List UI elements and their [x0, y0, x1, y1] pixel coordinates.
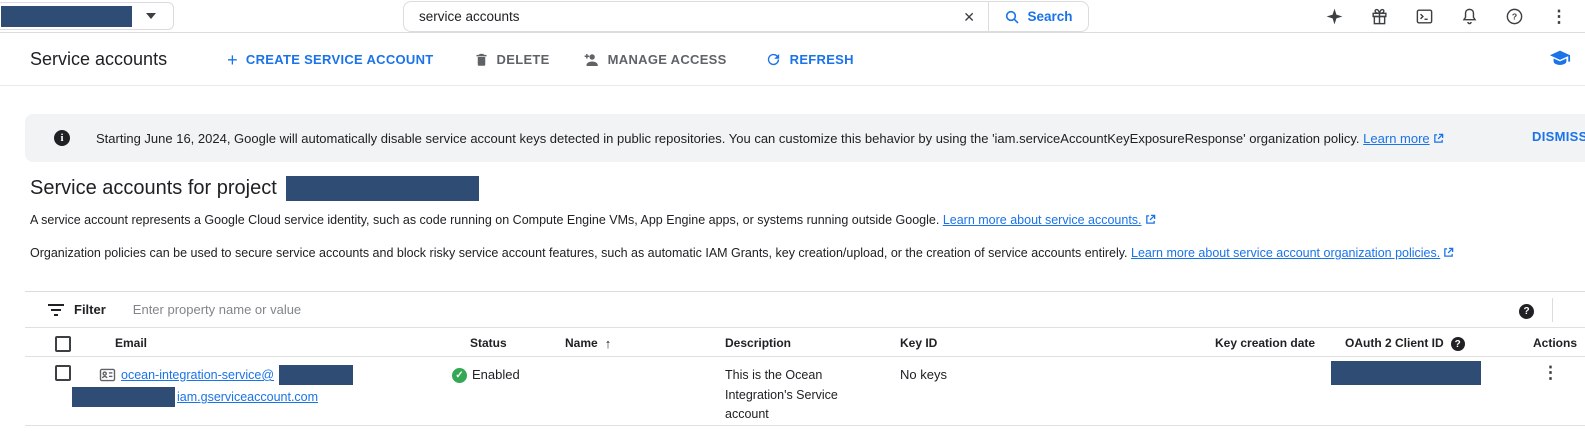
header-description[interactable]: Description [700, 328, 875, 356]
chevron-down-icon [146, 13, 156, 19]
banner-text: Starting June 16, 2024, Google will auto… [96, 131, 1444, 146]
refresh-icon [765, 51, 782, 68]
row-actions-menu-icon[interactable]: ⋮ [1542, 364, 1559, 381]
learn-more-service-accounts-link[interactable]: Learn more about service accounts. [943, 213, 1142, 227]
refresh-button[interactable]: REFRESH [765, 51, 854, 68]
search-button-label: Search [1027, 9, 1072, 24]
clear-search-icon[interactable]: ✕ [963, 8, 975, 26]
redacted-project-name [1, 6, 132, 27]
banner-learn-more-link[interactable]: Learn more [1363, 131, 1429, 146]
select-all-checkbox[interactable] [55, 336, 71, 352]
service-account-description-paragraph: A service account represents a Google Cl… [30, 213, 1156, 227]
svg-text:?: ? [1511, 12, 1516, 22]
header-key-id[interactable]: Key ID [875, 328, 1195, 356]
filter-bar: Filter ? [25, 292, 1585, 328]
search-input[interactable] [404, 2, 988, 31]
organization-policies-paragraph: Organization policies can be used to sec… [30, 246, 1454, 260]
service-account-email-link[interactable]: iam.gserviceaccount.com [177, 390, 318, 404]
trash-icon [474, 52, 489, 67]
top-bar: ✕ Search ? ⋮ [0, 0, 1585, 33]
status-cell: ✓ Enabled [445, 357, 540, 425]
search-button[interactable]: Search [988, 1, 1089, 32]
learn-panel-button[interactable] [1549, 47, 1571, 72]
header-oauth-client-id[interactable]: OAuth 2 Client ID ? [1325, 328, 1505, 356]
table-row: ocean-integration-service@ iam.gservicea… [25, 357, 1585, 426]
service-account-email-link[interactable]: ocean-integration-service@ [121, 368, 274, 382]
delete-button[interactable]: DELETE [474, 52, 550, 67]
search-icon [1004, 9, 1020, 25]
learn-more-org-policies-link[interactable]: Learn more about service account organiz… [1131, 246, 1440, 260]
filter-help-icon[interactable]: ? [1519, 302, 1534, 319]
divider [1552, 298, 1553, 322]
header-key-creation-date[interactable]: Key creation date [1195, 328, 1325, 356]
sort-ascending-icon: ↑ [605, 336, 612, 351]
manage-access-button[interactable]: MANAGE ACCESS [582, 51, 727, 69]
key-creation-date-cell [1195, 357, 1325, 425]
refresh-label: REFRESH [790, 52, 854, 67]
table-header-row: Email Status Name ↑ Description Key ID K… [25, 328, 1585, 357]
section-heading: Service accounts for project [30, 176, 479, 201]
section-heading-text: Service accounts for project [30, 177, 277, 200]
cloud-shell-icon[interactable] [1414, 7, 1434, 27]
service-accounts-table: Filter ? Email Status Name ↑ Description… [25, 291, 1585, 426]
redacted-email-domain [279, 365, 353, 385]
page-toolbar: Service accounts + CREATE SERVICE ACCOUN… [0, 34, 1585, 86]
external-link-icon [1145, 214, 1156, 225]
filter-label: Filter [74, 302, 106, 317]
actions-cell: ⋮ [1505, 357, 1585, 425]
more-menu-icon[interactable]: ⋮ [1549, 7, 1569, 27]
oauth-client-id-cell [1325, 357, 1505, 425]
header-status[interactable]: Status [445, 328, 540, 356]
filter-input[interactable] [133, 302, 733, 317]
delete-label: DELETE [497, 52, 550, 67]
help-icon[interactable]: ? [1504, 7, 1524, 27]
redacted-email-domain [72, 387, 175, 407]
external-link-icon [1433, 133, 1444, 144]
row-checkbox[interactable] [55, 365, 71, 381]
filter-icon [47, 303, 65, 317]
enabled-check-icon: ✓ [452, 368, 467, 383]
oauth-help-icon[interactable]: ? [1451, 337, 1465, 351]
service-account-badge-icon [99, 368, 116, 382]
info-icon: i [54, 130, 70, 146]
create-service-account-label: CREATE SERVICE ACCOUNT [246, 52, 434, 67]
redacted-project-id [286, 176, 479, 201]
plus-icon: + [227, 51, 238, 69]
topbar-icons: ? ⋮ [1324, 0, 1569, 33]
dismiss-button[interactable]: DISMISS [1532, 129, 1585, 144]
person-add-icon [582, 51, 600, 69]
search-input-wrap: ✕ [403, 1, 988, 32]
manage-access-label: MANAGE ACCESS [608, 52, 727, 67]
graduation-cap-icon [1549, 47, 1571, 69]
notifications-bell-icon[interactable] [1459, 7, 1479, 27]
description-cell: This is the Ocean Integration's Service … [700, 357, 875, 425]
create-service-account-button[interactable]: + CREATE SERVICE ACCOUNT [227, 51, 433, 69]
page-title: Service accounts [30, 49, 167, 70]
header-actions: Actions [1505, 328, 1585, 356]
key-id-cell: No keys [875, 357, 1195, 425]
header-email[interactable]: Email [85, 328, 445, 356]
name-cell [540, 357, 700, 425]
header-name[interactable]: Name ↑ [540, 328, 700, 356]
gcp-console-screen: ✕ Search ? ⋮ [0, 0, 1585, 431]
external-link-icon [1443, 247, 1454, 258]
status-text: Enabled [472, 367, 520, 382]
email-cell: ocean-integration-service@ iam.gservicea… [85, 357, 445, 425]
gift-icon[interactable] [1369, 7, 1389, 27]
project-picker[interactable] [0, 2, 174, 30]
info-banner: i Starting June 16, 2024, Google will au… [25, 114, 1585, 162]
redacted-oauth-client-id [1331, 361, 1481, 385]
gemini-sparkle-icon[interactable] [1324, 7, 1344, 27]
search-bar: ✕ Search [403, 1, 1089, 32]
